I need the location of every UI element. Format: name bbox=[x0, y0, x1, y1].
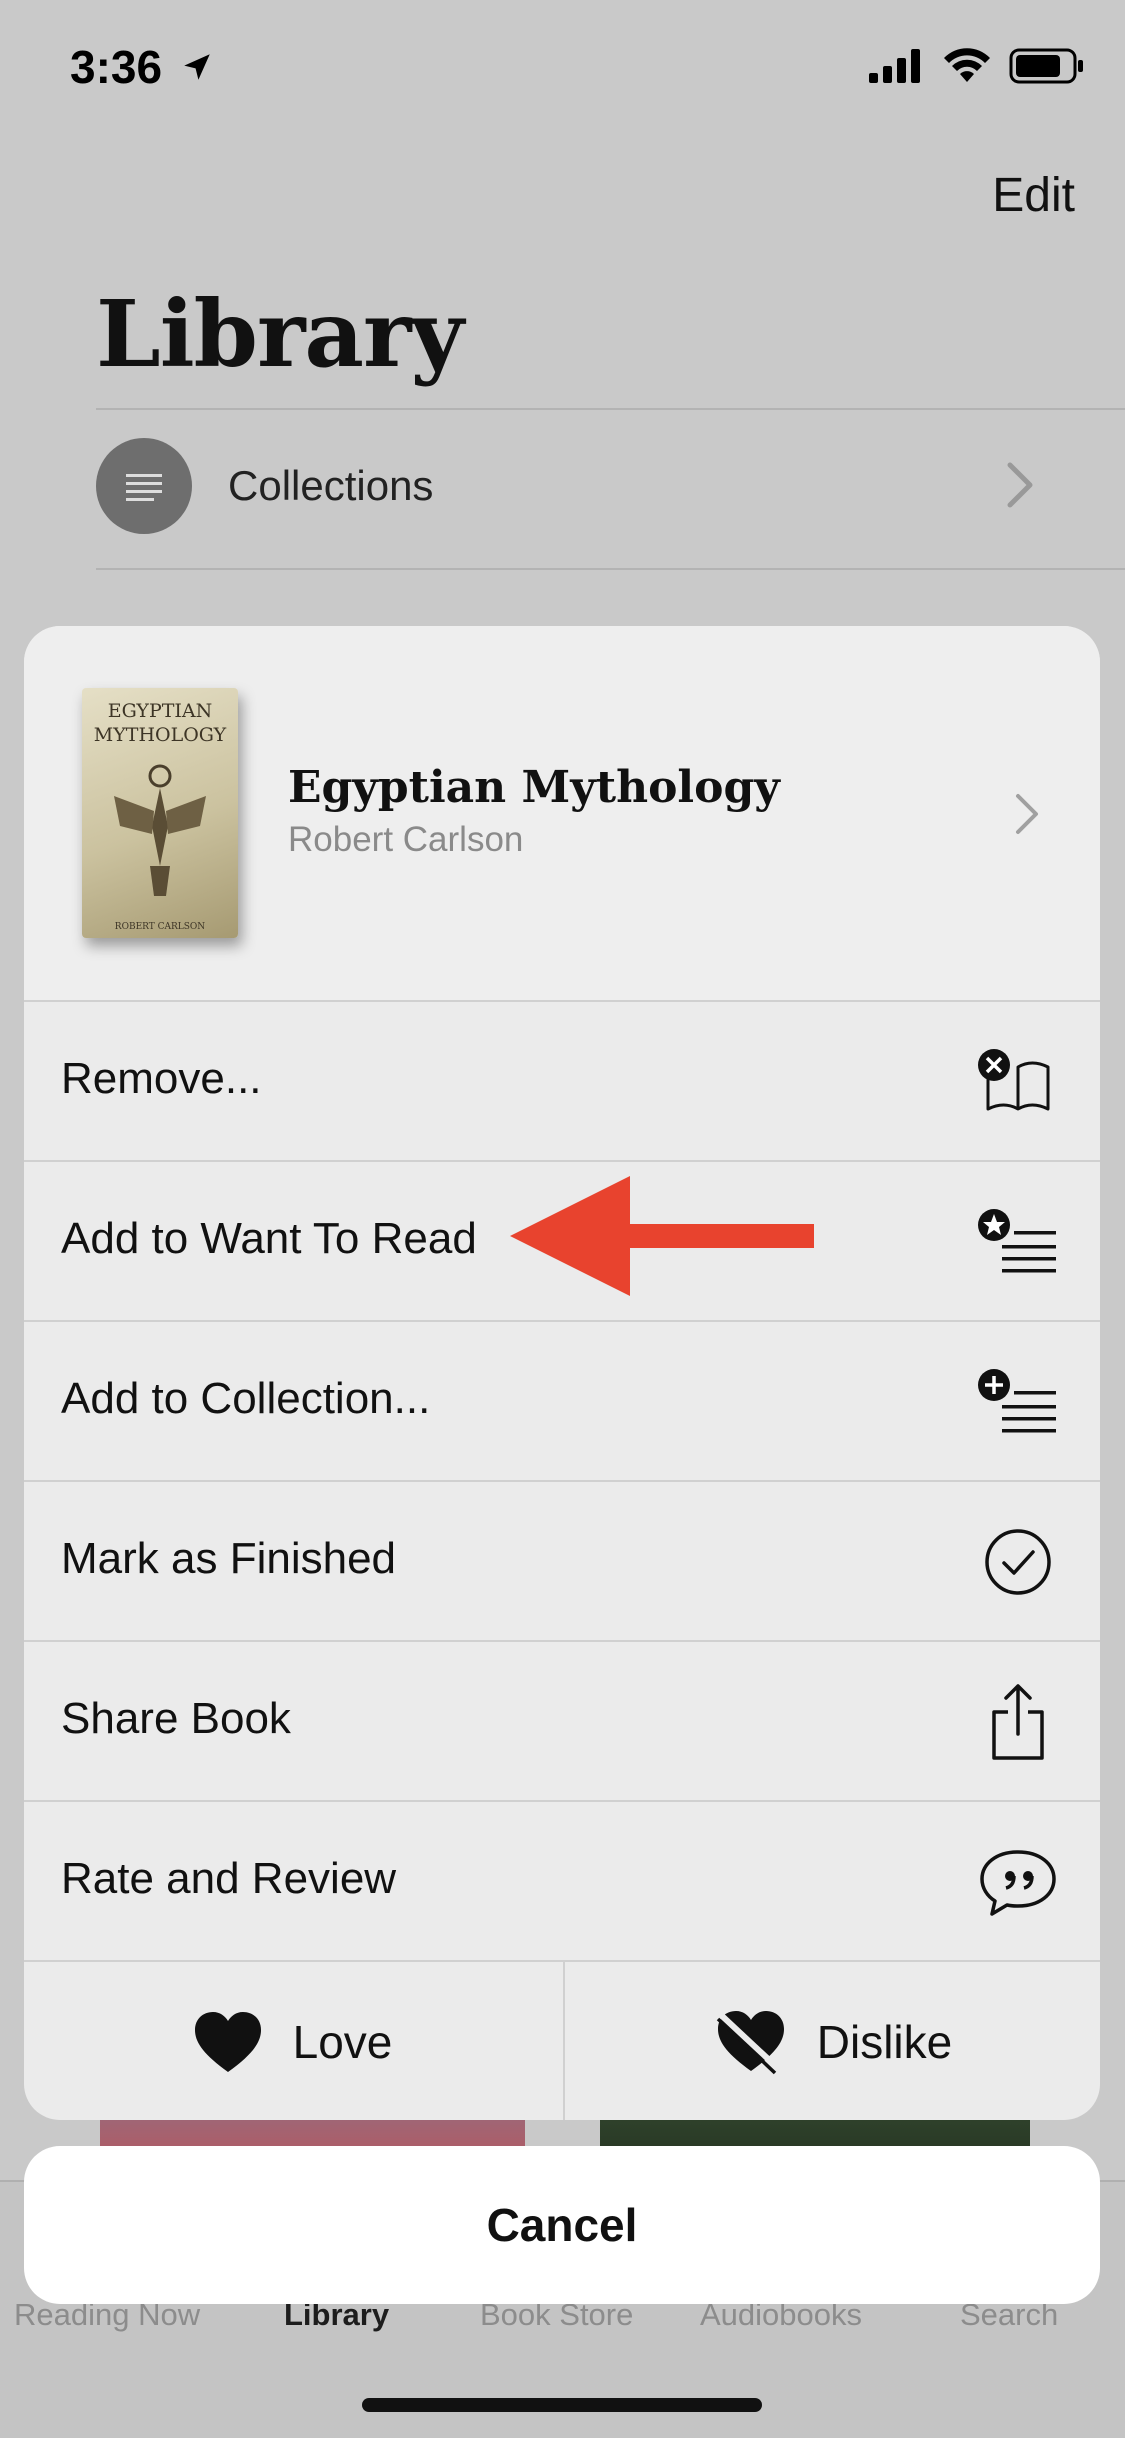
love-label: Love bbox=[292, 2016, 393, 2068]
cover-title-line2: MYTHOLOGY bbox=[93, 724, 227, 746]
mark-as-finished-label: Mark as Finished bbox=[61, 1534, 397, 1583]
add-to-want-to-read-label: Add to Want To Read bbox=[61, 1214, 477, 1263]
cancel-button[interactable]: Cancel bbox=[24, 2146, 1100, 2304]
share-book-label: Share Book bbox=[61, 1694, 291, 1743]
home-indicator[interactable] bbox=[362, 2398, 762, 2412]
heart-slash-icon bbox=[716, 2011, 784, 2075]
annotation-arrow bbox=[510, 1176, 814, 1296]
want-to-read-icon bbox=[976, 1200, 1060, 1284]
status-time: 3:36 bbox=[70, 41, 163, 93]
rate-and-review-action[interactable]: Rate and Review bbox=[24, 1800, 1100, 1962]
heart-icon bbox=[194, 2012, 261, 2072]
rate-and-review-label: Rate and Review bbox=[61, 1854, 397, 1903]
share-icon bbox=[976, 1680, 1060, 1764]
add-to-collection-label: Add to Collection... bbox=[61, 1374, 431, 1423]
book-title: Egyptian Mythology bbox=[288, 762, 780, 813]
add-collection-icon bbox=[976, 1360, 1060, 1444]
dislike-button[interactable]: Dislike bbox=[563, 1962, 1100, 2120]
mark-as-finished-action[interactable]: Mark as Finished bbox=[24, 1480, 1100, 1642]
book-author: Robert Carlson bbox=[288, 820, 524, 859]
signal-icon bbox=[869, 49, 920, 83]
cancel-label: Cancel bbox=[486, 2199, 638, 2251]
checkmark-circle-icon bbox=[976, 1520, 1060, 1604]
collections-label: Collections bbox=[228, 462, 434, 509]
divider bbox=[96, 568, 1125, 570]
add-to-collection-action[interactable]: Add to Collection... bbox=[24, 1320, 1100, 1482]
love-button[interactable]: Love bbox=[24, 1962, 561, 2120]
chevron-right-icon bbox=[1014, 792, 1040, 841]
action-sheet: EGYPTIAN MYTHOLOGY ROBERT CARLSON Egypti… bbox=[24, 626, 1100, 2120]
edit-button[interactable]: Edit bbox=[992, 168, 1075, 223]
dislike-label: Dislike bbox=[816, 2016, 953, 2068]
location-arrow-icon bbox=[180, 50, 214, 89]
cover-author: ROBERT CARLSON bbox=[114, 922, 206, 932]
share-book-action[interactable]: Share Book bbox=[24, 1640, 1100, 1802]
wifi-icon bbox=[944, 48, 990, 82]
collections-icon bbox=[96, 438, 192, 534]
book-header[interactable]: EGYPTIAN MYTHOLOGY ROBERT CARLSON Egypti… bbox=[24, 626, 1100, 1000]
cover-title-line1: EGYPTIAN bbox=[107, 700, 213, 722]
quote-bubble-icon bbox=[976, 1840, 1060, 1924]
remove-book-icon bbox=[976, 1040, 1060, 1124]
love-dislike-row: Love Dislike bbox=[24, 1960, 1100, 2120]
falcon-emblem-icon bbox=[114, 764, 206, 896]
battery-icon bbox=[1009, 48, 1083, 84]
status-icons bbox=[869, 48, 1085, 84]
book-cover: EGYPTIAN MYTHOLOGY ROBERT CARLSON bbox=[82, 688, 238, 938]
collections-row[interactable]: Collections bbox=[96, 410, 1125, 570]
page-title: Library bbox=[96, 280, 464, 388]
chevron-right-icon bbox=[1005, 460, 1035, 515]
remove-action[interactable]: Remove... bbox=[24, 1000, 1100, 1162]
remove-label: Remove... bbox=[61, 1054, 262, 1103]
